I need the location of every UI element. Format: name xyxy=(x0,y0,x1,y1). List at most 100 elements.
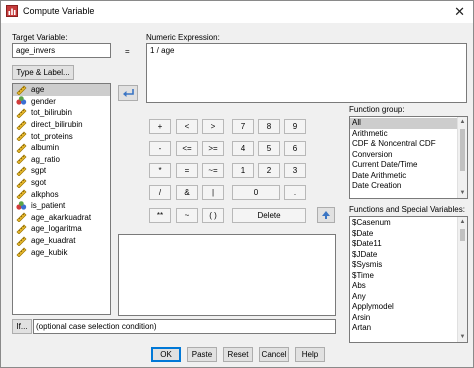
digit-key[interactable]: 2 xyxy=(258,163,280,178)
variable-item[interactable]: albumin xyxy=(13,142,110,154)
scroll-up-icon[interactable]: ▲ xyxy=(458,117,467,127)
variable-item[interactable]: direct_bilirubin xyxy=(13,119,110,131)
variable-item[interactable]: alkphos xyxy=(13,188,110,200)
operator-key[interactable]: ~= xyxy=(202,163,224,178)
scroll-down-icon[interactable]: ▼ xyxy=(458,188,467,198)
digit-key[interactable]: 4 xyxy=(232,141,254,156)
variable-item[interactable]: age xyxy=(13,84,110,96)
function-item[interactable]: Artan xyxy=(350,323,458,334)
variable-item[interactable]: age_kubik xyxy=(13,246,110,258)
variable-items: age gender tot_bilirubin direct_bilirubin to… xyxy=(13,84,110,258)
ok-button[interactable]: OK xyxy=(151,347,181,362)
digit-key[interactable]: 3 xyxy=(284,163,306,178)
ruler-icon xyxy=(16,108,27,119)
functions-scrollbar[interactable]: ▲ ▼ xyxy=(457,217,467,342)
variable-name: age_kuadrat xyxy=(31,236,76,246)
if-button[interactable]: If... xyxy=(12,319,32,334)
operator-key[interactable]: ** xyxy=(149,208,171,223)
function-group-scrollbar[interactable]: ▲ ▼ xyxy=(457,117,467,198)
numeric-expression-field[interactable]: 1 / age xyxy=(146,43,467,103)
operator-key[interactable]: > xyxy=(202,119,224,134)
operator-key[interactable]: ~ xyxy=(176,208,198,223)
operator-key[interactable]: & xyxy=(176,185,198,200)
function-group-item[interactable]: Date Creation xyxy=(350,181,458,192)
cancel-button[interactable]: Cancel xyxy=(259,347,289,362)
scrollbar-thumb[interactable] xyxy=(460,229,465,241)
operator-key[interactable]: < xyxy=(176,119,198,134)
left-arrow-icon xyxy=(123,89,134,97)
variable-item[interactable]: gender xyxy=(13,96,110,108)
paste-button[interactable]: Paste xyxy=(187,347,217,362)
operator-key[interactable]: / xyxy=(149,185,171,200)
variable-item[interactable]: age_kuadrat xyxy=(13,235,110,247)
scroll-down-icon[interactable]: ▼ xyxy=(458,332,467,342)
operator-key[interactable]: | xyxy=(202,185,224,200)
digit-key[interactable]: 7 xyxy=(232,119,254,134)
variable-name: sgpt xyxy=(31,166,47,176)
functions-items: $Casenum $Date $Date11 $JDate $Sysmis $Time Ab… xyxy=(350,218,458,334)
function-item[interactable]: $Sysmis xyxy=(350,260,458,271)
function-item[interactable]: $Date11 xyxy=(350,239,458,250)
function-group-label: Function group: xyxy=(349,105,405,114)
operator-key[interactable]: ( ) xyxy=(202,208,224,223)
variable-item[interactable]: tot_proteins xyxy=(13,130,110,142)
function-item[interactable]: $JDate xyxy=(350,250,458,261)
variable-item[interactable]: tot_bilirubin xyxy=(13,107,110,119)
scrollbar-thumb[interactable] xyxy=(460,129,465,171)
function-item[interactable]: Arsin xyxy=(350,313,458,324)
close-icon[interactable]: ✕ xyxy=(454,4,465,20)
target-variable-field[interactable]: age_invers xyxy=(12,43,111,58)
operator-key[interactable]: = xyxy=(176,163,198,178)
variable-item[interactable]: sgpt xyxy=(13,165,110,177)
digit-key-zero[interactable]: 0 xyxy=(232,185,280,200)
variable-name: age_kubik xyxy=(31,247,68,257)
type-label-button[interactable]: Type & Label... xyxy=(12,65,74,80)
function-group-item[interactable]: Date Arithmetic xyxy=(350,171,458,182)
function-group-item[interactable]: Arithmetic xyxy=(350,129,458,140)
function-item[interactable]: Any xyxy=(350,292,458,303)
digit-key[interactable]: 8 xyxy=(258,119,280,134)
function-item[interactable]: $Date xyxy=(350,229,458,240)
variable-item[interactable]: ag_ratio xyxy=(13,154,110,166)
variable-list[interactable]: age gender tot_bilirubin direct_bilirubin to… xyxy=(12,83,111,315)
operator-key[interactable]: - xyxy=(149,141,171,156)
target-variable-label: Target Variable: xyxy=(12,33,68,42)
digit-key[interactable]: 5 xyxy=(258,141,280,156)
decimal-point-key[interactable]: . xyxy=(284,185,306,200)
move-to-expression-button[interactable] xyxy=(118,85,138,101)
delete-button[interactable]: Delete xyxy=(232,208,306,223)
function-group-items: All Arithmetic CDF & Noncentral CDF Convers… xyxy=(350,118,458,192)
digit-key[interactable]: 9 xyxy=(284,119,306,134)
variable-name: tot_proteins xyxy=(31,131,73,141)
numeric-expression-label: Numeric Expression: xyxy=(146,33,220,42)
move-function-up-button[interactable] xyxy=(317,207,335,223)
help-button[interactable]: Help xyxy=(295,347,325,362)
function-item[interactable]: $Casenum xyxy=(350,218,458,229)
function-group-item[interactable]: All xyxy=(350,118,458,129)
function-group-item[interactable]: Conversion xyxy=(350,150,458,161)
function-item[interactable]: Applymodel xyxy=(350,302,458,313)
digit-key[interactable]: 6 xyxy=(284,141,306,156)
variable-name: age xyxy=(31,85,45,95)
variable-item[interactable]: is_patient xyxy=(13,200,110,212)
variable-item[interactable]: age_logaritma xyxy=(13,223,110,235)
function-group-item[interactable]: Current Date/Time xyxy=(350,160,458,171)
function-group-list[interactable]: All Arithmetic CDF & Noncentral CDF Convers… xyxy=(349,116,468,199)
reset-button[interactable]: Reset xyxy=(223,347,253,362)
operator-key[interactable]: <= xyxy=(176,141,198,156)
operator-key[interactable]: >= xyxy=(202,141,224,156)
operator-key[interactable]: + xyxy=(149,119,171,134)
variable-item[interactable]: age_akarkuadrat xyxy=(13,212,110,224)
function-item[interactable]: Abs xyxy=(350,281,458,292)
functions-list[interactable]: $Casenum $Date $Date11 $JDate $Sysmis $Time Ab… xyxy=(349,216,468,343)
variable-name: albumin xyxy=(31,143,60,153)
function-group-item[interactable]: CDF & Noncentral CDF xyxy=(350,139,458,150)
variable-name: age_akarkuadrat xyxy=(31,212,92,222)
variable-name: direct_bilirubin xyxy=(31,120,83,130)
ruler-icon xyxy=(16,247,27,258)
digit-key[interactable]: 1 xyxy=(232,163,254,178)
operator-key[interactable]: * xyxy=(149,163,171,178)
function-item[interactable]: $Time xyxy=(350,271,458,282)
variable-item[interactable]: sgot xyxy=(13,177,110,189)
scroll-up-icon[interactable]: ▲ xyxy=(458,217,467,227)
